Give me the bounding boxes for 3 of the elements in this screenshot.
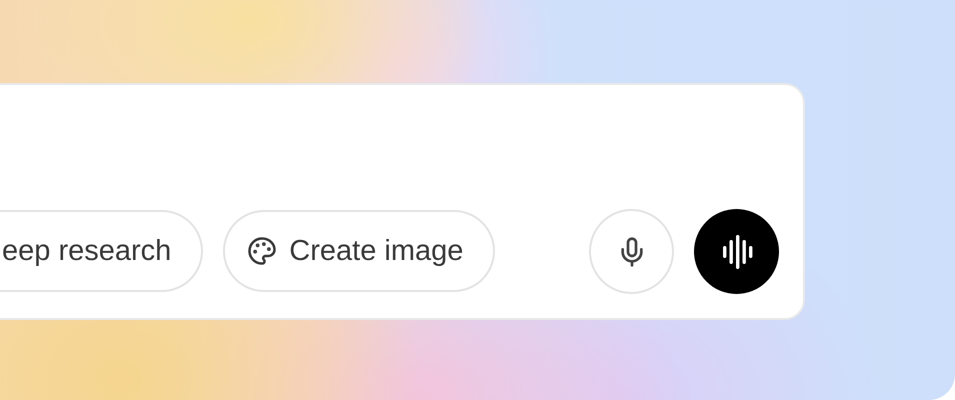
tool-button[interactable]: Create image: [223, 210, 496, 292]
tool-button[interactable]: eep research: [0, 210, 204, 292]
palette-icon: [247, 236, 278, 266]
